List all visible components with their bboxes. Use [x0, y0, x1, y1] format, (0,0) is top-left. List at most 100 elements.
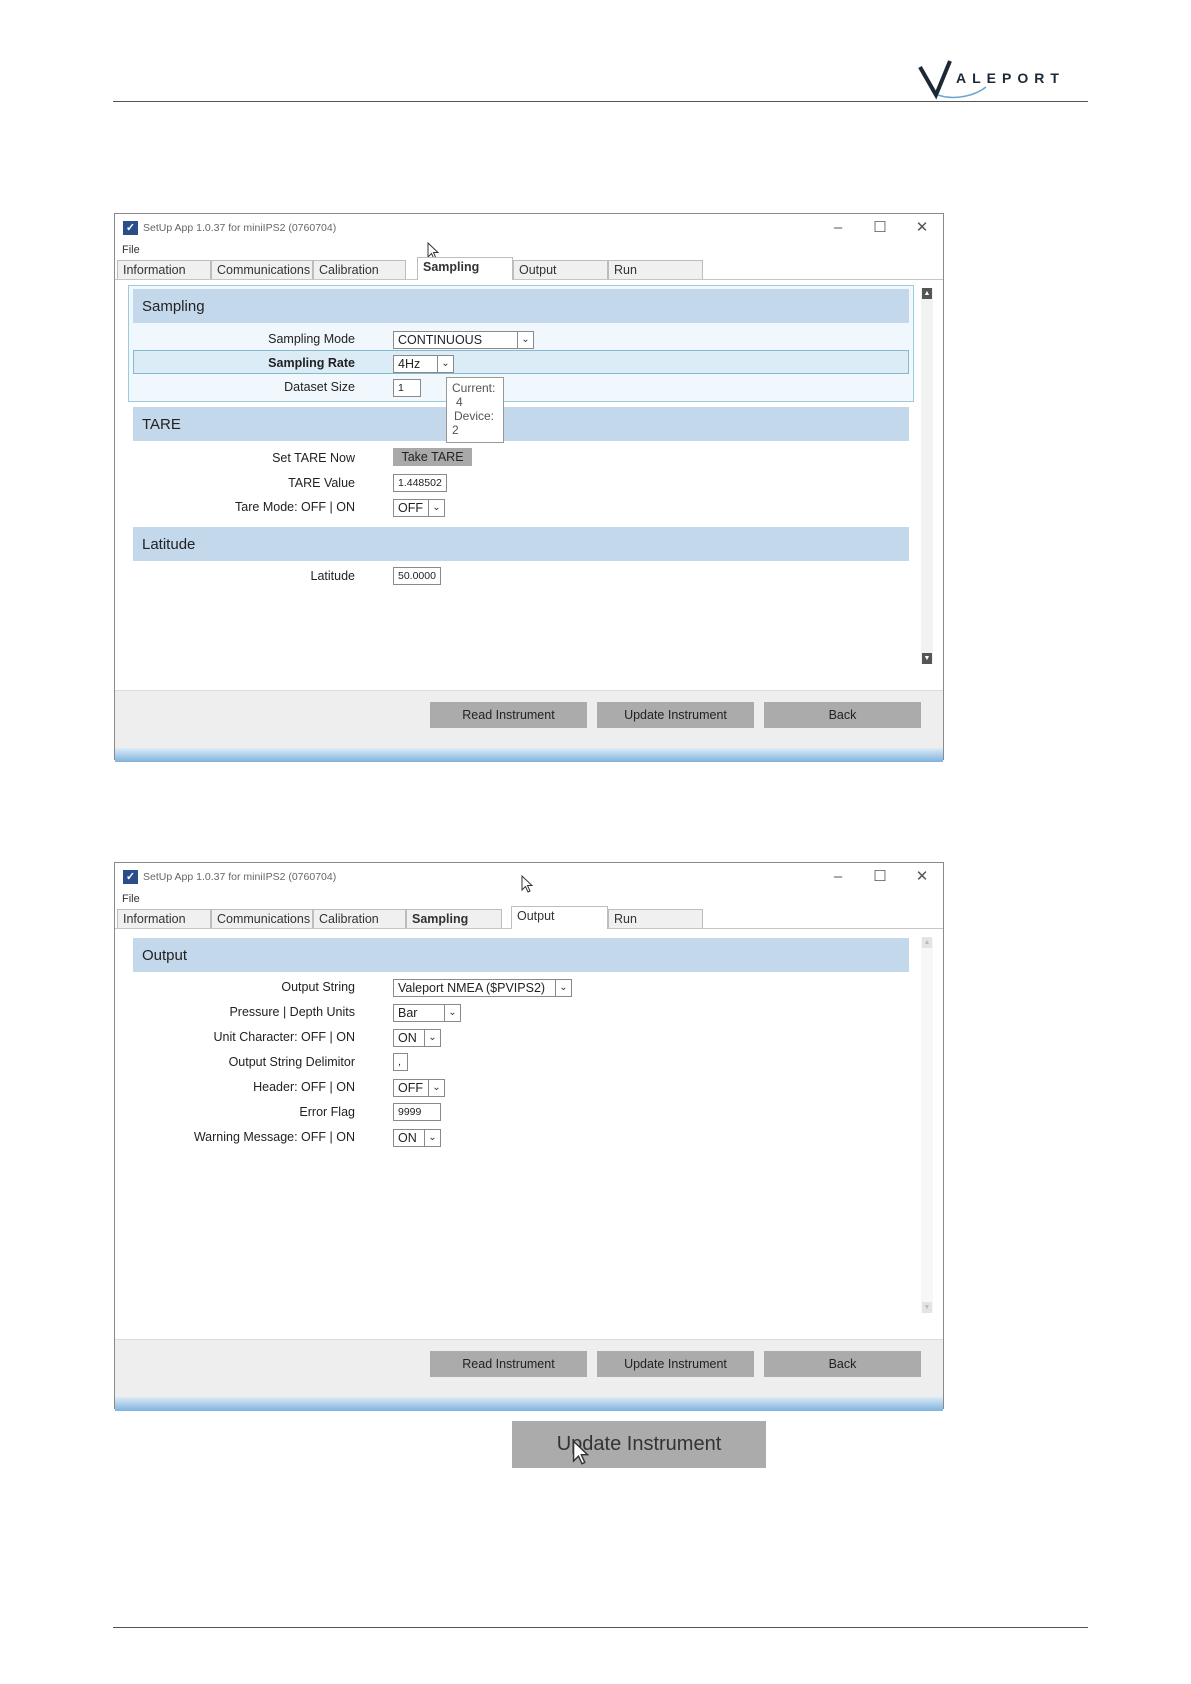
tab-output[interactable]: Output — [513, 260, 608, 279]
tare-mode-select[interactable]: OFF ⌄ — [393, 499, 445, 517]
window-title: SetUp App 1.0.37 for miniIPS2 (0760704) — [143, 871, 337, 883]
maximize-icon[interactable]: ☐ — [860, 217, 900, 239]
pressure-depth-units-label: Pressure | Depth Units — [229, 1005, 355, 1019]
tab-sampling[interactable]: Sampling — [417, 257, 513, 280]
set-tare-label: Set TARE Now — [272, 451, 355, 465]
output-string-delimitor-label: Output String Delimitor — [228, 1055, 355, 1069]
vertical-scrollbar[interactable]: ▲ ▼ — [921, 288, 933, 664]
output-string-value: Valeport NMEA ($PVIPS2) — [398, 981, 546, 995]
output-string-label: Output String — [281, 980, 355, 994]
chevron-down-icon[interactable]: ⌄ — [437, 356, 453, 372]
tooltip-current-label: Current: — [452, 381, 496, 395]
header-label: Header: OFF | ON — [253, 1080, 355, 1094]
warning-message-select[interactable]: ON ⌄ — [393, 1129, 441, 1147]
section-heading-latitude: Latitude — [133, 527, 909, 561]
tab-run[interactable]: Run — [608, 260, 703, 279]
tooltip-device-label: Device: — [454, 409, 495, 423]
close-icon[interactable]: ✕ — [902, 217, 942, 239]
sampling-rate-value: 4Hz — [398, 357, 421, 371]
tooltip-current-value: 4 — [456, 395, 463, 409]
tab-communications[interactable]: Communications — [211, 260, 313, 279]
setup-app-window-sampling: ✓ SetUp App 1.0.37 for miniIPS2 (0760704… — [114, 213, 944, 762]
minimize-icon[interactable]: – — [818, 866, 858, 888]
latitude-label: Latitude — [310, 569, 355, 583]
tab-sampling[interactable]: Sampling — [406, 909, 502, 928]
chevron-down-icon[interactable]: ⌄ — [428, 1080, 444, 1096]
menu-file[interactable]: File — [122, 244, 140, 256]
tab-communications[interactable]: Communications — [211, 909, 313, 928]
read-instrument-button[interactable]: Read Instrument — [430, 1351, 587, 1377]
unit-character-select[interactable]: ON ⌄ — [393, 1029, 441, 1047]
mouse-cursor-icon — [572, 1440, 590, 1465]
tab-run[interactable]: Run — [608, 909, 703, 928]
sampling-mode-label: Sampling Mode — [268, 332, 355, 346]
tab-output[interactable]: Output — [511, 906, 608, 929]
tab-information[interactable]: Information — [117, 260, 211, 279]
vertical-scrollbar[interactable]: ▲ ▼ — [921, 937, 933, 1313]
dataset-size-input[interactable]: 1 — [393, 379, 421, 397]
tab-information[interactable]: Information — [117, 909, 211, 928]
warning-message-label: Warning Message: OFF | ON — [193, 1130, 355, 1144]
output-string-delimitor-input[interactable]: , — [393, 1053, 408, 1071]
tab-bar: Information Communications Calibration S… — [117, 257, 717, 280]
minimize-icon[interactable]: – — [818, 217, 858, 239]
header-select[interactable]: OFF ⌄ — [393, 1079, 445, 1097]
dataset-size-label: Dataset Size — [284, 380, 355, 394]
tab-calibration[interactable]: Calibration — [313, 260, 406, 279]
section-heading-sampling: Sampling — [133, 289, 909, 323]
header-value: OFF — [398, 1081, 423, 1095]
update-instrument-button-zoomed[interactable]: Update Instrument — [512, 1421, 766, 1468]
tab-content-output: Output Output String Valeport NMEA ($PVI… — [115, 929, 943, 1319]
scroll-up-icon[interactable]: ▲ — [922, 288, 932, 299]
title-bar: ✓ SetUp App 1.0.37 for miniIPS2 (0760704… — [115, 214, 943, 242]
sampling-mode-select[interactable]: CONTINUOUS ⌄ — [393, 331, 534, 349]
back-button[interactable]: Back — [764, 702, 921, 728]
warning-message-value: ON — [398, 1131, 417, 1145]
logo-wordmark: ALEPORT — [956, 70, 1065, 86]
button-footer: Read Instrument Update Instrument Back — [115, 690, 943, 762]
app-icon: ✓ — [123, 221, 138, 235]
tab-content-sampling: Sampling Sampling Mode CONTINUOUS ⌄ Samp… — [115, 280, 943, 670]
section-heading-tare: TARE — [133, 407, 909, 441]
update-instrument-button[interactable]: Update Instrument — [597, 1351, 754, 1377]
latitude-input[interactable]: 50.0000 — [393, 567, 441, 585]
sampling-rate-tooltip: Current: 4 Device: 2 — [446, 377, 504, 443]
error-flag-label: Error Flag — [299, 1105, 355, 1119]
tab-bar: Information Communications Calibration S… — [117, 906, 717, 929]
tare-mode-value: OFF — [398, 501, 423, 515]
tare-value-label: TARE Value — [288, 476, 355, 490]
chevron-down-icon[interactable]: ⌄ — [428, 500, 444, 516]
chevron-down-icon[interactable]: ⌄ — [517, 332, 533, 348]
scroll-up-icon[interactable]: ▲ — [922, 937, 932, 948]
tare-value-input[interactable]: 1.448502 — [393, 474, 447, 492]
tare-mode-label: Tare Mode: OFF | ON — [235, 500, 355, 514]
menu-file[interactable]: File — [122, 893, 140, 905]
read-instrument-button[interactable]: Read Instrument — [430, 702, 587, 728]
chevron-down-icon[interactable]: ⌄ — [555, 980, 571, 996]
window-title: SetUp App 1.0.37 for miniIPS2 (0760704) — [143, 222, 337, 234]
footer-gradient-stripe — [115, 1397, 943, 1411]
chevron-down-icon[interactable]: ⌄ — [424, 1030, 440, 1046]
chevron-down-icon[interactable]: ⌄ — [424, 1130, 440, 1146]
app-icon: ✓ — [123, 870, 138, 884]
back-button[interactable]: Back — [764, 1351, 921, 1377]
maximize-icon[interactable]: ☐ — [860, 866, 900, 888]
output-string-select[interactable]: Valeport NMEA ($PVIPS2) ⌄ — [393, 979, 572, 997]
chevron-down-icon[interactable]: ⌄ — [444, 1005, 460, 1021]
sampling-rate-label: Sampling Rate — [268, 356, 355, 370]
unit-character-label: Unit Character: OFF | ON — [213, 1030, 355, 1044]
take-tare-button[interactable]: Take TARE — [393, 448, 472, 466]
update-instrument-button[interactable]: Update Instrument — [597, 702, 754, 728]
error-flag-input[interactable]: 9999 — [393, 1103, 441, 1121]
scroll-down-icon[interactable]: ▼ — [922, 1302, 932, 1313]
pressure-depth-units-select[interactable]: Bar ⌄ — [393, 1004, 461, 1022]
tab-calibration[interactable]: Calibration — [313, 909, 406, 928]
section-heading-output: Output — [133, 938, 909, 972]
sampling-rate-select[interactable]: 4Hz ⌄ — [393, 355, 454, 373]
footer-gradient-stripe — [115, 748, 943, 762]
footer-rule — [113, 1627, 1088, 1628]
close-icon[interactable]: ✕ — [902, 866, 942, 888]
mouse-cursor-icon — [521, 875, 534, 893]
tooltip-device-value: 2 — [452, 423, 459, 437]
scroll-down-icon[interactable]: ▼ — [922, 653, 932, 664]
